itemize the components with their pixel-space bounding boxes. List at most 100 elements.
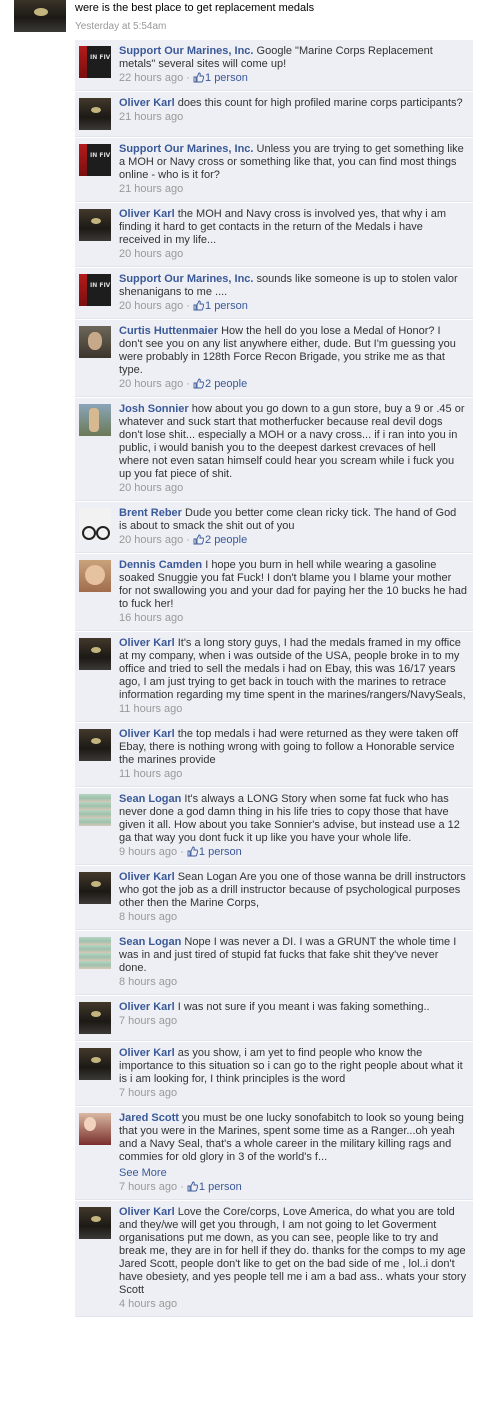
comment-meta: 8 hours ago	[119, 911, 467, 924]
comment-meta: 4 hours ago	[119, 1298, 467, 1311]
commenter-avatar[interactable]	[79, 1113, 111, 1145]
original-post: were is the best place to get replacemen…	[0, 0, 486, 36]
comment-author-link[interactable]: Support Our Marines, Inc.	[119, 45, 253, 57]
comment-timestamp[interactable]: 8 hours ago	[119, 976, 177, 988]
commenter-avatar[interactable]	[79, 98, 111, 130]
comment-text: does this count for high profiled marine…	[177, 97, 463, 109]
comment-meta: 21 hours ago	[119, 183, 467, 196]
comment-timestamp[interactable]: 8 hours ago	[119, 911, 177, 923]
comment-meta: 22 hours ago · 1 person	[119, 72, 467, 85]
comment-content: Sean Logan It's always a LONG Story when…	[119, 793, 467, 859]
thumbs-up-icon	[193, 534, 205, 545]
comment-author-link[interactable]: Sean Logan	[119, 936, 181, 948]
comment-timestamp[interactable]: 11 hours ago	[119, 703, 182, 715]
comment: Oliver Karl the top medals i had were re…	[75, 723, 473, 787]
comment-content: Oliver Karl Love the Core/corps, Love Am…	[119, 1206, 467, 1311]
comment-author-link[interactable]: Brent Reber	[119, 507, 182, 519]
comment-content: Support Our Marines, Inc. Unless you are…	[119, 143, 467, 196]
commenter-avatar[interactable]	[79, 1002, 111, 1034]
comment-timestamp[interactable]: 20 hours ago	[119, 378, 183, 390]
commenter-avatar[interactable]	[79, 794, 111, 826]
comment-author-link[interactable]: Josh Sonnier	[119, 403, 189, 415]
comment-meta: 7 hours ago	[119, 1087, 467, 1100]
comment-timestamp[interactable]: 7 hours ago	[119, 1015, 177, 1027]
comment-timestamp[interactable]: 22 hours ago	[119, 72, 183, 84]
comment-author-link[interactable]: Oliver Karl	[119, 97, 175, 109]
commenter-avatar[interactable]: IN FIV	[79, 46, 111, 78]
comment-author-link[interactable]: Curtis Huttenmaier	[119, 325, 218, 337]
comment-author-link[interactable]: Sean Logan	[119, 793, 181, 805]
comment: Josh Sonnier how about you go down to a …	[75, 398, 473, 501]
comment: Dennis Camden I hope you burn in hell wh…	[75, 554, 473, 631]
poster-avatar[interactable]	[14, 0, 66, 32]
comment-meta: 16 hours ago	[119, 612, 467, 625]
comment-timestamp[interactable]: 11 hours ago	[119, 768, 182, 780]
comment-content: Sean Logan Nope I was never a DI. I was …	[119, 936, 467, 989]
likes-count-link[interactable]: 1 person	[199, 846, 242, 858]
comment-meta: 20 hours ago	[119, 248, 467, 261]
comment-timestamp[interactable]: 21 hours ago	[119, 111, 183, 123]
commenter-avatar[interactable]	[79, 404, 111, 436]
comment-meta: 7 hours ago	[119, 1015, 467, 1028]
commenter-avatar[interactable]	[79, 937, 111, 969]
comment-timestamp[interactable]: 9 hours ago	[119, 846, 177, 858]
comment-timestamp[interactable]: 20 hours ago	[119, 482, 183, 494]
comment-author-link[interactable]: Oliver Karl	[119, 1047, 175, 1059]
likes-count-link[interactable]: 2 people	[205, 534, 247, 546]
comment-content: Oliver Karl Sean Logan Are you one of th…	[119, 871, 467, 924]
commenter-avatar[interactable]	[79, 560, 111, 592]
comment-author-link[interactable]: Oliver Karl	[119, 1206, 175, 1218]
likes-count-link[interactable]: 1 person	[199, 1181, 242, 1193]
comment-content: Oliver Karl as you show, i am yet to fin…	[119, 1047, 467, 1100]
see-more-link[interactable]: See More	[119, 1167, 467, 1180]
comment: Brent Reber Dude you better come clean r…	[75, 502, 473, 553]
comment-likes: · 1 person	[186, 72, 248, 84]
likes-count-link[interactable]: 2 people	[205, 378, 247, 390]
thumbs-up-icon	[187, 1181, 198, 1192]
commenter-avatar[interactable]	[79, 729, 111, 761]
comment-author-link[interactable]: Support Our Marines, Inc.	[119, 143, 253, 155]
comment-author-link[interactable]: Oliver Karl	[119, 871, 175, 883]
thumbs-up-icon	[193, 300, 205, 311]
comment-content: Oliver Karl the top medals i had were re…	[119, 728, 467, 781]
comment-author-link[interactable]: Oliver Karl	[119, 1001, 175, 1013]
comment-author-link[interactable]: Dennis Camden	[119, 559, 202, 571]
comment-author-link[interactable]: Oliver Karl	[119, 728, 175, 740]
comment-author-link[interactable]: Oliver Karl	[119, 208, 175, 220]
comment-timestamp[interactable]: 20 hours ago	[119, 248, 183, 260]
commenter-avatar[interactable]	[79, 872, 111, 904]
comment-timestamp[interactable]: 20 hours ago	[119, 534, 183, 546]
comment: Curtis Huttenmaier How the hell do you l…	[75, 320, 473, 397]
comment-timestamp[interactable]: 7 hours ago	[119, 1181, 177, 1193]
comment: Oliver Karl I was not sure if you meant …	[75, 996, 473, 1041]
comment-content: Support Our Marines, Inc. Google "Marine…	[119, 45, 467, 85]
commenter-avatar[interactable]	[79, 508, 111, 540]
commenter-avatar[interactable]	[79, 1207, 111, 1239]
comment-timestamp[interactable]: 7 hours ago	[119, 1087, 177, 1099]
avatar-logo-text: IN FIV	[90, 282, 111, 289]
comment-author-link[interactable]: Support Our Marines, Inc.	[119, 273, 253, 285]
comment-author-link[interactable]: Jared Scott	[119, 1112, 179, 1124]
likes-count-link[interactable]: 1 person	[205, 300, 248, 312]
comment-timestamp[interactable]: 16 hours ago	[119, 612, 183, 624]
likes-count-link[interactable]: 1 person	[205, 72, 248, 84]
comment: Oliver Karl the MOH and Navy cross is in…	[75, 203, 473, 267]
comment-timestamp[interactable]: 4 hours ago	[119, 1298, 177, 1310]
commenter-avatar[interactable]	[79, 1048, 111, 1080]
thumbs-up-icon	[187, 846, 198, 857]
commenter-avatar[interactable]: IN FIV	[79, 144, 111, 176]
comment-list: IN FIV Support Our Marines, Inc. Google …	[75, 40, 473, 1318]
thumbs-up-icon	[193, 72, 205, 83]
commenter-avatar[interactable]	[79, 326, 111, 358]
avatar-logo-text: IN FIV	[90, 54, 111, 61]
thumbs-up-icon	[193, 378, 205, 389]
commenter-avatar[interactable]: IN FIV	[79, 274, 111, 306]
post-timestamp[interactable]: Yesterday at 5:54am	[75, 20, 166, 33]
comment-meta: 20 hours ago	[119, 482, 467, 495]
comment-author-link[interactable]: Oliver Karl	[119, 637, 175, 649]
comment-timestamp[interactable]: 21 hours ago	[119, 183, 183, 195]
comment-timestamp[interactable]: 20 hours ago	[119, 300, 183, 312]
commenter-avatar[interactable]	[79, 638, 111, 670]
commenter-avatar[interactable]	[79, 209, 111, 241]
comment-text: Love the Core/corps, Love America, do wh…	[119, 1206, 467, 1296]
